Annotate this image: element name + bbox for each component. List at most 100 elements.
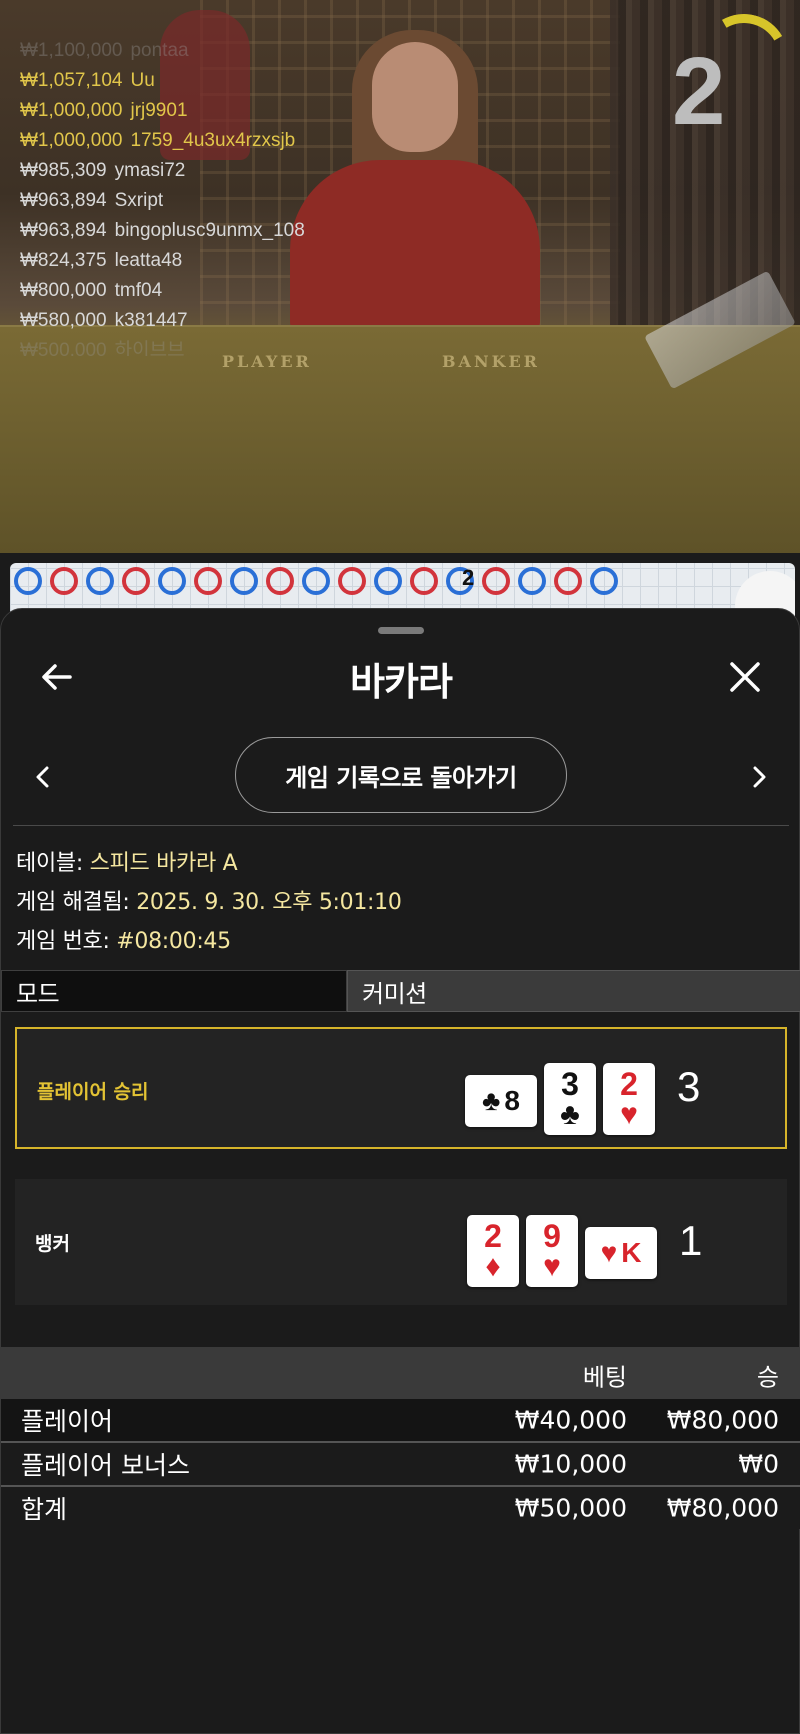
game-number-info: 게임 번호: #08:00:45 bbox=[16, 923, 231, 955]
card-rank: 2 bbox=[484, 1218, 502, 1254]
winner-username: 하이브브 bbox=[114, 340, 185, 356]
banker-result-panel: 뱅커 2 ♦ 9 ♥ ♥ K 1 bbox=[15, 1179, 787, 1305]
banker-win-dot bbox=[338, 567, 366, 595]
banker-result-label: 뱅커 bbox=[35, 1233, 70, 1255]
winner-row: ₩824,375 leatta48 bbox=[20, 246, 380, 276]
winner-amount: ₩800,000 bbox=[20, 280, 107, 301]
close-button[interactable] bbox=[721, 653, 769, 701]
header-divider bbox=[13, 825, 789, 826]
back-button[interactable] bbox=[33, 653, 81, 701]
page-title: 바카라 bbox=[350, 660, 453, 704]
winner-row: ₩800,000 tmf04 bbox=[20, 276, 380, 306]
game-number-label: 게임 번호: bbox=[16, 929, 110, 954]
winner-amount: ₩963,894 bbox=[20, 190, 107, 211]
card-rank: 9 bbox=[543, 1218, 561, 1254]
total-win: ₩80,000 bbox=[666, 1493, 779, 1523]
card-suit-icon: ♥ bbox=[620, 1098, 638, 1131]
bet-column-header: 베팅 bbox=[582, 1363, 627, 1392]
winner-username: Sxript bbox=[114, 190, 164, 211]
player-win-dot bbox=[14, 567, 42, 595]
winner-amount: ₩1,057,104 bbox=[20, 70, 123, 91]
sheet-drag-handle[interactable] bbox=[378, 627, 424, 634]
winner-amount: ₩963,894 bbox=[20, 220, 107, 241]
player-result-panel: 플레이어 승리 ♣ 8 3 ♣ 2 ♥ 3 bbox=[15, 1027, 787, 1149]
winner-row: ₩963,894 bingoplusc9unmx_108 bbox=[20, 216, 380, 246]
winner-row: ₩1,000,000 jrj9901 bbox=[20, 96, 380, 126]
bets-header-row: 베팅 승 bbox=[1, 1347, 800, 1399]
table-label-banker: BANKER bbox=[442, 352, 540, 371]
winner-username: bingoplusc9unmx_108 bbox=[114, 220, 305, 241]
banker-win-dot bbox=[122, 567, 150, 595]
player-win-dot bbox=[374, 567, 402, 595]
winner-row: ₩580,000 k381447 bbox=[20, 306, 380, 336]
winner-username: pontaa bbox=[130, 40, 189, 61]
chevron-right-icon bbox=[753, 766, 766, 788]
card-rank: 2 bbox=[620, 1066, 638, 1102]
bet-amount: ₩10,000 bbox=[514, 1449, 627, 1479]
countdown-timer: 2 bbox=[672, 38, 726, 145]
resolved-info: 게임 해결됨: 2025. 9. 30. 오후 5:01:10 bbox=[16, 884, 402, 916]
total-label: 합계 bbox=[21, 1495, 68, 1524]
card-suit-icon: ♥ bbox=[600, 1237, 618, 1268]
card-rank: K bbox=[621, 1237, 642, 1268]
close-icon bbox=[730, 662, 760, 692]
player-win-dot bbox=[86, 567, 114, 595]
mode-tabs: 모드 커미션 bbox=[1, 970, 800, 1012]
winner-username: jrj9901 bbox=[130, 100, 188, 121]
win-column-header: 승 bbox=[756, 1363, 779, 1392]
banker-score: 1 bbox=[679, 1217, 703, 1264]
card-suit-icon: ♣ bbox=[560, 1098, 580, 1131]
winner-amount: ₩985,309 bbox=[20, 160, 107, 181]
player-win-dot bbox=[158, 567, 186, 595]
playing-card: 9 ♥ bbox=[526, 1215, 578, 1287]
winner-row: ₩1,100,000 pontaa bbox=[20, 36, 380, 66]
resolved-label: 게임 해결됨: bbox=[16, 890, 130, 915]
total-row: 합계 ₩50,000 ₩80,000 bbox=[1, 1487, 800, 1529]
player-win-dot bbox=[302, 567, 330, 595]
live-video-stream: PLAYER BANKER ₩1,100,000 pontaa ₩1,057,104… bbox=[0, 0, 800, 553]
winner-amount: ₩580,000 bbox=[20, 310, 107, 331]
playing-card: 2 ♥ bbox=[603, 1063, 655, 1135]
resolved-value: 2025. 9. 30. 오후 5:01:10 bbox=[136, 890, 402, 915]
winner-amount: ₩1,100,000 bbox=[20, 40, 123, 61]
win-amount: ₩80,000 bbox=[666, 1405, 779, 1435]
winner-row: ₩963,894 Sxript bbox=[20, 186, 380, 216]
player-win-dot bbox=[590, 567, 618, 595]
previous-game-button[interactable] bbox=[23, 757, 63, 797]
winner-username: ymasi72 bbox=[114, 160, 186, 181]
bets-table: 베팅 승 플레이어 ₩40,000 ₩80,000 플레이어 보너스 ₩10,0… bbox=[1, 1347, 800, 1529]
winner-amount: ₩1,000,000 bbox=[20, 130, 123, 151]
player-win-dot bbox=[518, 567, 546, 595]
total-bet: ₩50,000 bbox=[514, 1493, 627, 1523]
win-amount: ₩0 bbox=[738, 1449, 779, 1479]
table-row: 플레이어 ₩40,000 ₩80,000 bbox=[1, 1399, 800, 1443]
chevron-left-icon bbox=[36, 766, 49, 788]
banker-win-dot bbox=[266, 567, 294, 595]
card-suit-icon: ♦ bbox=[485, 1250, 501, 1283]
player-result-label: 플레이어 승리 bbox=[37, 1081, 149, 1103]
winners-feed: ₩1,100,000 pontaa ₩1,057,104 Uu ₩1,000,000 jr… bbox=[20, 36, 380, 356]
winner-row: ₩500,000 하이브브 bbox=[20, 336, 380, 356]
dealer-head bbox=[372, 42, 458, 152]
table-info: 테이블: 스피드 바카라 A bbox=[16, 845, 238, 877]
winner-amount: ₩500,000 bbox=[20, 340, 107, 356]
winner-username: leatta48 bbox=[114, 250, 183, 271]
card-rank: 8 bbox=[504, 1085, 520, 1116]
table-row: 플레이어 보너스 ₩10,000 ₩0 bbox=[1, 1443, 800, 1487]
back-to-history-button[interactable]: 게임 기록으로 돌아가기 bbox=[235, 737, 567, 813]
player-score: 3 bbox=[677, 1063, 701, 1110]
playing-card: ♥ K bbox=[585, 1227, 657, 1279]
banker-win-dot bbox=[482, 567, 510, 595]
winner-row: ₩1,057,104 Uu bbox=[20, 66, 380, 96]
tab-commission[interactable]: 커미션 bbox=[347, 970, 800, 1012]
winner-username: tmf04 bbox=[114, 280, 163, 301]
winner-amount: ₩824,375 bbox=[20, 250, 107, 271]
winner-username: 1759_4u3ux4rzxsjb bbox=[130, 130, 296, 151]
banker-win-dot bbox=[554, 567, 582, 595]
game-history-sheet: 바카라 게임 기록으로 돌아가기 테이블: 스피드 바카라 A 게임 해결됨: … bbox=[0, 608, 800, 1734]
banker-win-dot bbox=[194, 567, 222, 595]
tab-mode[interactable]: 모드 bbox=[1, 970, 347, 1012]
bet-name: 플레이어 bbox=[21, 1407, 114, 1436]
playing-card: 3 ♣ bbox=[544, 1063, 596, 1135]
next-game-button[interactable] bbox=[739, 757, 779, 797]
